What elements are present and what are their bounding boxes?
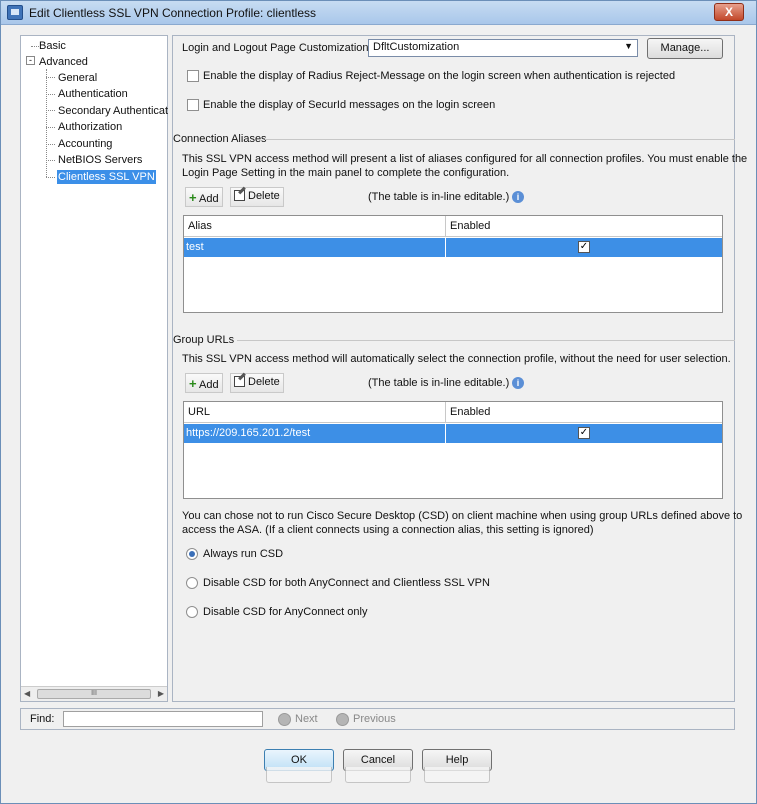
chevron-down-icon: ▼ <box>624 41 633 51</box>
csd-description-line2: access the ASA. (If a client connects us… <box>182 524 594 536</box>
always-run-csd-radio[interactable] <box>186 548 198 560</box>
disable-csd-both-radio[interactable] <box>186 577 198 589</box>
aliases-section-title: Connection Aliases <box>173 133 267 145</box>
scroll-right-icon[interactable]: ▶ <box>158 689 164 698</box>
column-divider <box>445 424 446 443</box>
app-icon <box>7 5 23 20</box>
group-urls-add-label: Add <box>199 379 219 391</box>
aliases-note: (The table is in-line editable.) <box>368 191 510 203</box>
button-reflection <box>424 767 490 783</box>
group-urls-delete-button[interactable]: Delete <box>230 373 284 393</box>
aliases-delete-label: Delete <box>248 190 280 202</box>
section-divider <box>265 139 735 140</box>
radius-reject-checkbox[interactable] <box>187 70 199 82</box>
column-header-enabled[interactable]: Enabled <box>450 220 490 232</box>
dialog-window: Edit Clientless SSL VPN Connection Profi… <box>0 0 757 804</box>
group-urls-add-button[interactable]: + Add <box>185 373 223 393</box>
find-previous-button[interactable]: Previous <box>353 713 396 725</box>
find-next-button[interactable]: Next <box>295 713 318 725</box>
customization-value: DfltCustomization <box>373 41 460 53</box>
radius-reject-label: Enable the display of Radius Reject-Mess… <box>203 70 676 82</box>
manage-button[interactable]: Manage... <box>647 38 723 59</box>
tree-connector <box>46 94 55 95</box>
securid-label: Enable the display of SecurId messages o… <box>203 99 496 111</box>
nav-item-netbios-servers[interactable]: NetBIOS Servers <box>58 153 142 167</box>
tree-connector <box>46 144 55 145</box>
tree-connector <box>46 127 55 128</box>
disable-csd-anyconnect-label: Disable CSD for AnyConnect only <box>203 606 368 618</box>
nav-horizontal-scrollbar[interactable]: ◀ III ▶ <box>21 686 167 701</box>
tree-connector <box>46 160 55 161</box>
tree-connector <box>46 77 55 78</box>
nav-item-authentication[interactable]: Authentication <box>58 87 128 101</box>
close-button[interactable]: X <box>714 3 744 21</box>
always-run-csd-label: Always run CSD <box>203 548 284 560</box>
alias-cell[interactable]: test <box>186 241 204 253</box>
nav-tree: Basic - Advanced General Authentication … <box>20 35 168 702</box>
nav-item-clientless-ssl-vpn[interactable]: Clientless SSL VPN <box>57 170 156 184</box>
info-icon[interactable]: i <box>512 191 524 203</box>
window-title: Edit Clientless SSL VPN Connection Profi… <box>29 6 317 20</box>
tree-connector <box>46 177 55 178</box>
next-arrow-icon[interactable] <box>278 713 291 726</box>
button-reflection <box>345 767 411 783</box>
plus-icon: + <box>189 376 197 391</box>
disable-csd-anyconnect-radio[interactable] <box>186 606 198 618</box>
column-header-url[interactable]: URL <box>188 406 210 418</box>
scroll-left-icon[interactable]: ◀ <box>24 689 30 698</box>
securid-checkbox[interactable] <box>187 99 199 111</box>
group-urls-delete-label: Delete <box>248 376 280 388</box>
button-reflection <box>266 767 332 783</box>
previous-arrow-icon[interactable] <box>336 713 349 726</box>
scroll-thumb[interactable]: III <box>37 689 151 699</box>
column-divider <box>445 238 446 257</box>
column-header-alias[interactable]: Alias <box>188 220 212 232</box>
aliases-table: Alias Enabled test ✓ <box>183 215 723 313</box>
enabled-checkbox[interactable]: ✓ <box>578 427 590 439</box>
disable-csd-both-label: Disable CSD for both AnyConnect and Clie… <box>203 577 490 589</box>
section-divider <box>237 340 735 341</box>
find-bar: Find: Next Previous <box>20 708 735 730</box>
tree-connector <box>46 110 55 111</box>
find-label: Find: <box>30 713 55 725</box>
edit-delete-icon <box>234 376 245 387</box>
tree-connector <box>31 46 39 47</box>
aliases-add-label: Add <box>199 193 219 205</box>
plus-icon: + <box>189 190 197 205</box>
column-header-enabled[interactable]: Enabled <box>450 406 490 418</box>
column-divider <box>445 402 446 423</box>
group-urls-table-header: URL Enabled <box>184 402 722 423</box>
nav-item-general[interactable]: General <box>58 71 97 85</box>
main-panel: Login and Logout Page Customization: Dfl… <box>172 35 747 702</box>
aliases-table-header: Alias Enabled <box>184 216 722 237</box>
customization-select[interactable]: DfltCustomization ▼ <box>368 39 638 57</box>
nav-item-secondary-authentication[interactable]: Secondary Authenticat <box>58 104 168 118</box>
table-row[interactable]: https://209.165.201.2/test ✓ <box>184 424 722 443</box>
url-cell[interactable]: https://209.165.201.2/test <box>186 427 310 439</box>
customization-label: Login and Logout Page Customization: <box>182 42 372 54</box>
find-input[interactable] <box>63 711 263 727</box>
nav-item-authorization[interactable]: Authorization <box>58 120 122 134</box>
nav-item-accounting[interactable]: Accounting <box>58 137 112 151</box>
title-bar: Edit Clientless SSL VPN Connection Profi… <box>1 1 756 25</box>
aliases-add-button[interactable]: + Add <box>185 187 223 207</box>
nav-item-basic[interactable]: Basic <box>39 39 66 53</box>
edit-delete-icon <box>234 190 245 201</box>
table-row[interactable]: test ✓ <box>184 238 722 257</box>
enabled-checkbox[interactable]: ✓ <box>578 241 590 253</box>
group-urls-section-title: Group URLs <box>173 334 235 346</box>
group-urls-note: (The table is in-line editable.) <box>368 377 510 389</box>
collapse-icon[interactable]: - <box>26 56 35 65</box>
aliases-description-line1: This SSL VPN access method will present … <box>182 153 748 165</box>
group-urls-table: URL Enabled https://209.165.201.2/test ✓ <box>183 401 723 499</box>
csd-description-line1: You can chose not to run Cisco Secure De… <box>182 510 743 522</box>
group-urls-description: This SSL VPN access method will automati… <box>182 353 731 365</box>
aliases-description-line2: Login Page Setting in the main panel to … <box>182 167 510 179</box>
column-divider <box>445 216 446 237</box>
aliases-delete-button[interactable]: Delete <box>230 187 284 207</box>
info-icon[interactable]: i <box>512 377 524 389</box>
nav-item-advanced[interactable]: Advanced <box>39 55 88 69</box>
